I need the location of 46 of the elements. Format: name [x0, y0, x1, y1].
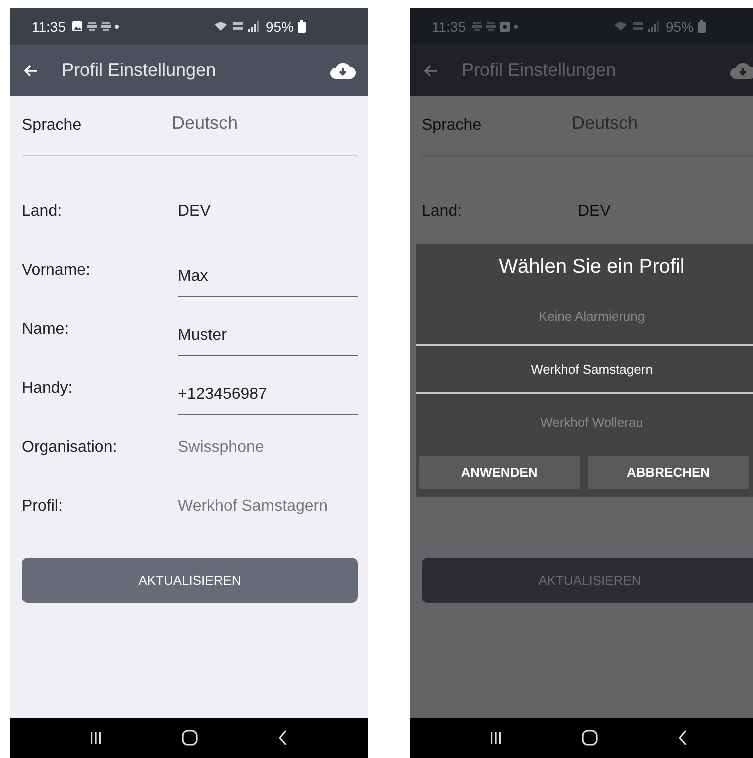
app-icon	[500, 22, 510, 32]
field-value: DEV	[178, 202, 211, 220]
field-value: Swissphone	[178, 438, 264, 456]
dot-icon	[115, 24, 119, 28]
battery-icon	[698, 20, 706, 33]
image-icon	[72, 21, 83, 32]
field-label: Handy:	[22, 380, 74, 398]
recents-icon[interactable]	[490, 731, 502, 745]
field-label: Sprache	[22, 116, 83, 134]
field-label: Sprache	[422, 116, 483, 134]
battery-percent: 95%	[666, 18, 694, 34]
cloud-download-icon[interactable]	[330, 62, 356, 80]
field-label: Vorname:	[22, 262, 92, 280]
input-field[interactable]: +123456987	[178, 376, 358, 415]
dialog-button[interactable]: ABBRECHEN	[588, 456, 749, 489]
screen-title: Profil Einstellungen	[62, 60, 218, 81]
dot-icon	[514, 24, 518, 28]
recents-icon[interactable]	[90, 731, 102, 745]
field-label: Name:	[22, 320, 70, 338]
screen-title: Profil Einstellungen	[462, 60, 618, 81]
wifi-icon	[614, 21, 628, 32]
field-label: Profil:	[22, 498, 64, 516]
dialog-title: Wählen Sie ein Profil	[498, 255, 686, 280]
clock-time: 11:35	[432, 18, 466, 34]
back-icon[interactable]	[678, 730, 688, 746]
language-selector[interactable]: Deutsch	[172, 113, 238, 134]
field-label: Organisation:	[22, 438, 118, 456]
signal-icon	[248, 21, 260, 32]
battery-icon	[298, 20, 306, 33]
update-button[interactable]: AKTUALISIEREN	[22, 558, 358, 603]
dialog-button[interactable]: ANWENDEN	[419, 456, 580, 489]
field-value: Werkhof Samstagern	[178, 498, 328, 516]
home-icon[interactable]	[582, 730, 598, 746]
signal-icon	[648, 21, 660, 32]
wifi-icon	[214, 21, 228, 32]
field-value: DEV	[578, 202, 611, 220]
field-label: Land:	[22, 202, 64, 220]
field-label: Land:	[422, 202, 464, 220]
profile-option[interactable]: Werkhof Samstagern	[416, 344, 753, 394]
home-icon[interactable]	[182, 730, 198, 746]
battery-percent: 95%	[266, 18, 294, 34]
back-arrow-icon[interactable]	[24, 64, 38, 76]
input-field[interactable]: Muster	[178, 317, 358, 356]
back-icon[interactable]	[278, 730, 288, 746]
input-field[interactable]: Max	[178, 258, 358, 297]
clock-time: 11:35	[32, 18, 66, 34]
